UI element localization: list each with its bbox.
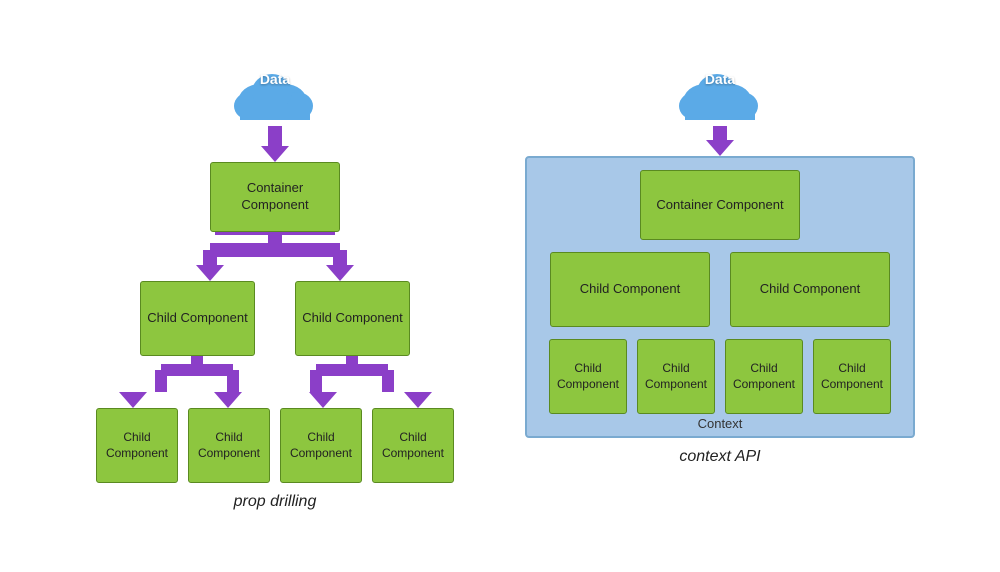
context-api-diagram: Data Container Component Child Component… [525, 61, 915, 466]
left-ah2 [214, 392, 242, 408]
left-cloud-svg [230, 64, 320, 124]
left-child2-box: Child Component [295, 281, 410, 356]
right-child-row: Child Component Child Component [539, 252, 901, 327]
right-arrow-1 [706, 126, 734, 156]
left-arrowhead-l [196, 265, 224, 281]
left-gc4-box: Child Component [372, 408, 454, 483]
left-grandchild-row: Child Component Child Component Child Co… [85, 408, 465, 483]
left-child1-box: Child Component [140, 281, 255, 356]
left-ah4 [404, 392, 432, 408]
left-ah1 [119, 392, 147, 408]
left-four-arrowheads [85, 392, 465, 408]
right-gc1-box: Child Component [549, 339, 627, 414]
left-branch2-svg [85, 356, 465, 392]
right-gc2-box: Child Component [637, 339, 715, 414]
context-label: Context [527, 416, 913, 431]
left-container-box: Container Component [210, 162, 340, 232]
right-cloud-svg [675, 64, 765, 124]
left-branch2-svg-wrap [85, 356, 465, 392]
left-gc3-box: Child Component [280, 408, 362, 483]
left-branch-svg-wrap [145, 235, 405, 265]
left-cloud: Data [230, 61, 320, 126]
right-label: context API [679, 448, 760, 466]
prop-drilling-diagram: Data Container Component [85, 61, 465, 511]
left-ah3 [309, 392, 337, 408]
left-gc2-box: Child Component [188, 408, 270, 483]
right-child1-box: Child Component [550, 252, 710, 327]
right-arrow-shaft-1 [713, 126, 727, 140]
diagrams-container: Data Container Component [0, 51, 1000, 521]
right-arrow-head-1 [706, 140, 734, 156]
right-gc4-box: Child Component [813, 339, 891, 414]
left-arrow-shaft-1 [268, 126, 282, 146]
left-arrow-1 [261, 126, 289, 162]
prop-drilling-tree: Data Container Component [85, 61, 465, 483]
context-outer-box: Container Component Child Component Chil… [525, 156, 915, 438]
right-container-box: Container Component [640, 170, 800, 240]
right-gc3-box: Child Component [725, 339, 803, 414]
left-label: prop drilling [234, 493, 317, 511]
left-two-arrowheads [145, 265, 405, 281]
left-branch-svg [145, 235, 405, 265]
left-arrow-head-1 [261, 146, 289, 162]
left-child-row: Child Component Child Component [85, 281, 465, 356]
right-grandchild-row: Child Component Child Component Child Co… [539, 339, 901, 414]
right-child2-box: Child Component [730, 252, 890, 327]
left-gc1-box: Child Component [96, 408, 178, 483]
right-cloud: Data [675, 61, 765, 126]
left-arrowhead-r [326, 265, 354, 281]
